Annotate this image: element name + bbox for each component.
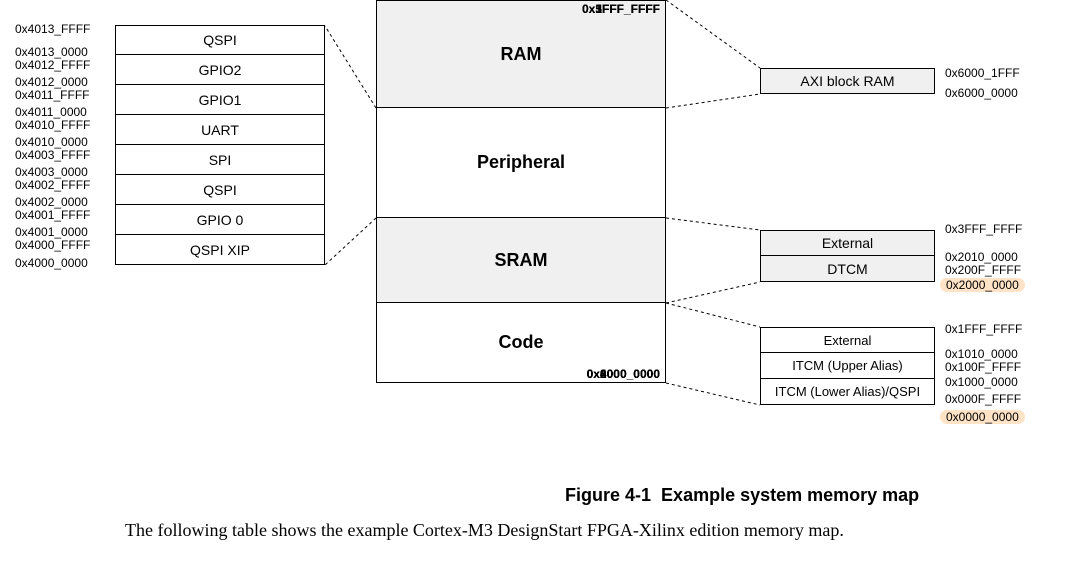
mem-block-ram: RAM 0x6000_0000	[376, 0, 666, 108]
figure-caption: Figure 4-1 Example system memory map	[565, 485, 919, 506]
sram-detail-table: External DTCM	[760, 230, 935, 282]
periph-addr-6-bottom: 0x4001_0000	[15, 225, 115, 239]
main-memory-map: RAM 0x6000_0000 Peripheral 0x5FFF_FFFF 0…	[376, 0, 666, 383]
periph-row-4: SPI	[115, 145, 325, 175]
figure-number: Figure 4-1	[565, 485, 651, 505]
code-row0-label: External	[824, 333, 872, 348]
ram-detail-box: AXI block RAM	[760, 68, 935, 94]
periph-addr-1-top: 0x4012_FFFF	[15, 58, 115, 72]
ram-detail-top-addr: 0x6000_1FFF	[945, 66, 1020, 80]
mem-block-code-label: Code	[499, 332, 544, 353]
periph-row-6: GPIO 0	[115, 205, 325, 235]
periph-row-3-label: UART	[201, 122, 239, 138]
sram-addr0-top: 0x3FFF_FFFF	[945, 222, 1022, 236]
periph-row-0: QSPI	[115, 25, 325, 55]
periph-row-3: UART	[115, 115, 325, 145]
periph-addr-5-top: 0x4002_FFFF	[15, 178, 115, 192]
sram-detail-row1-label: DTCM	[827, 261, 867, 277]
code-detail-row2: ITCM (Lower Alias)/QSPI	[760, 379, 935, 405]
code-addr1-base: 0x1000_0000	[945, 375, 1018, 389]
periph-addr-6-top: 0x4001_FFFF	[15, 208, 115, 222]
periph-row-2-label: GPIO1	[199, 92, 242, 108]
periph-row-6-label: GPIO 0	[197, 212, 244, 228]
mem-block-ram-label: RAM	[501, 44, 542, 65]
peripheral-detail-table: QSPI GPIO2 GPIO1 UART SPI QSPI GPIO 0 QS…	[115, 25, 325, 265]
periph-addr-0-top: 0x4013_FFFF	[15, 22, 115, 36]
periph-row-5-label: QSPI	[203, 182, 236, 198]
periph-row-7-label: QSPI XIP	[190, 242, 250, 258]
mem-block-code: Code 0x1FFF_FFFF 0x0000_0000	[376, 303, 666, 383]
code-detail-row1: ITCM (Upper Alias)	[760, 353, 935, 379]
sram-addr0-base: 0x2010_0000	[945, 250, 1018, 264]
code-addr2-top: 0x000F_FFFF	[945, 392, 1021, 406]
periph-addr-4-top: 0x4003_FFFF	[15, 148, 115, 162]
periph-row-0-label: QSPI	[203, 32, 236, 48]
periph-row-5: QSPI	[115, 175, 325, 205]
code-addr0-base: 0x1010_0000	[945, 347, 1018, 361]
periph-addr-2-bottom: 0x4011_0000	[15, 105, 115, 119]
code-detail-row0: External	[760, 327, 935, 353]
periph-row-4-label: SPI	[209, 152, 232, 168]
periph-addr-7-top: 0x4000_FFFF	[15, 238, 115, 252]
periph-addr-0-bottom: 0x4013_0000	[15, 45, 115, 59]
periph-row-2: GPIO1	[115, 85, 325, 115]
code-addr1-top: 0x100F_FFFF	[945, 360, 1021, 374]
periph-addr-2-top: 0x4011_FFFF	[15, 88, 115, 102]
periph-addr-4-bottom: 0x4003_0000	[15, 165, 115, 179]
sram-detail-row0: External	[760, 230, 935, 256]
code-addr0-top: 0x1FFF_FFFF	[945, 322, 1022, 336]
periph-row-7: QSPI XIP	[115, 235, 325, 265]
figure-subtext: The following table shows the example Co…	[125, 520, 844, 541]
sram-addr1-base: 0x2000_0000	[940, 278, 1025, 292]
periph-addr-1-bottom: 0x4012_0000	[15, 75, 115, 89]
code-row2-label: ITCM (Lower Alias)/QSPI	[775, 384, 920, 399]
periph-addr-5-bottom: 0x4002_0000	[15, 195, 115, 209]
code-addr2-base: 0x0000_0000	[940, 410, 1025, 424]
mem-block-sram-label: SRAM	[495, 250, 548, 271]
ram-detail-label: AXI block RAM	[800, 73, 894, 89]
periph-addr-3-top: 0x4010_FFFF	[15, 118, 115, 132]
sram-detail-row0-label: External	[822, 235, 873, 251]
periph-row-1-label: GPIO2	[199, 62, 242, 78]
periph-row-1: GPIO2	[115, 55, 325, 85]
mem-block-peripheral: Peripheral 0x5FFF_FFFF 0x4000_0000	[376, 108, 666, 218]
periph-addr-7-bottom: 0x4000_0000	[15, 256, 115, 270]
mem-block-sram: SRAM 0x3FFF_FFFF 0x2000_0000	[376, 218, 666, 303]
ram-detail-base-addr: 0x6000_0000	[945, 86, 1018, 100]
figure-title: Example system memory map	[661, 485, 919, 505]
mem-block-periph-label: Peripheral	[477, 152, 565, 173]
code-row1-label: ITCM (Upper Alias)	[792, 358, 903, 373]
mem-code-top-addr: 0x1FFF_FFFF	[582, 2, 660, 16]
code-detail-table: External ITCM (Upper Alias) ITCM (Lower …	[760, 327, 935, 405]
sram-detail-row1: DTCM	[760, 256, 935, 282]
sram-addr1-top: 0x200F_FFFF	[945, 263, 1021, 277]
periph-addr-3-bottom: 0x4010_0000	[15, 135, 115, 149]
mem-code-base-addr: 0x0000_0000	[587, 367, 660, 381]
